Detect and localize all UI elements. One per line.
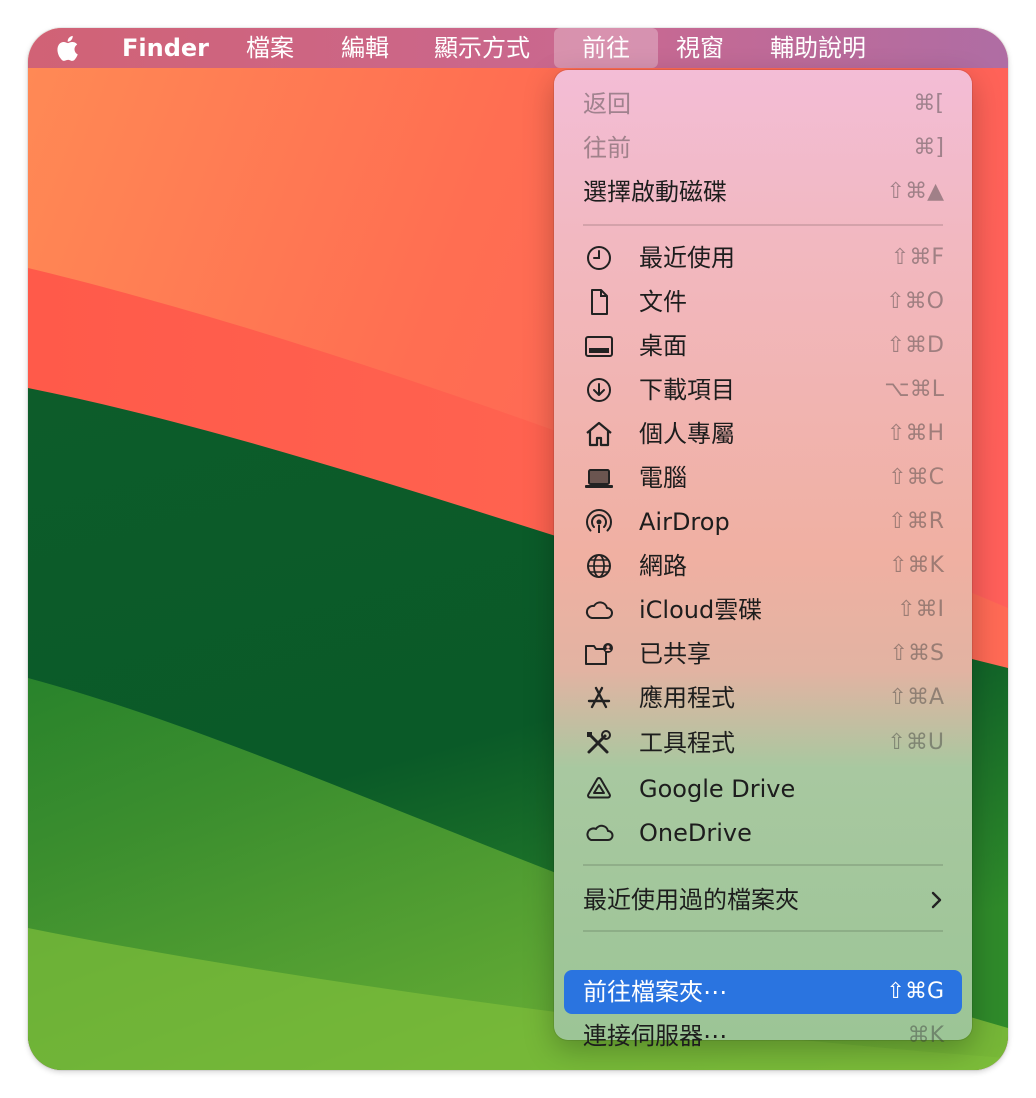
download-icon	[587, 378, 611, 402]
menu-item-label: 電腦	[639, 464, 687, 492]
airdrop-icon	[586, 509, 612, 533]
menu-item-label: 最近使用過的檔案夾	[583, 886, 799, 914]
menu-item-shortcut: ⇧⌘F	[890, 245, 944, 270]
menu-item-recents[interactable]: 最近使用 ⇧⌘F	[564, 236, 962, 280]
cloud-icon	[586, 824, 614, 841]
menu-item-shortcut: ⇧⌘U	[887, 730, 944, 755]
menu-item-utilities[interactable]: 工具程式 ⇧⌘U	[564, 721, 962, 765]
apple-logo-icon[interactable]	[54, 32, 84, 64]
menu-item-onedrive[interactable]: OneDrive	[564, 811, 962, 855]
menu-item-documents[interactable]: 文件 ⇧⌘O	[564, 280, 962, 324]
menu-item-shortcut: ⇧⌘C	[888, 465, 944, 490]
menu-item-startup-disk[interactable]: 選擇啟動磁碟 ⇧⌘▲	[564, 170, 962, 214]
menu-item-applications[interactable]: 應用程式 ⇧⌘A	[564, 676, 962, 720]
menubar-go[interactable]: 前往	[554, 28, 658, 68]
menu-item-downloads[interactable]: 下載項目 ⌥⌘L	[564, 368, 962, 412]
menu-item-label: iCloud雲碟	[639, 596, 763, 624]
menu-item-shared[interactable]: 已共享 ⇧⌘S	[564, 632, 962, 676]
menu-item-label: 桌面	[639, 332, 687, 360]
menu-separator	[583, 930, 943, 932]
cloud-icon	[585, 601, 613, 619]
menu-item-shortcut: ⇧⌘D	[886, 333, 944, 358]
menu-item-shortcut: ⇧⌘A	[888, 685, 944, 710]
chevron-right-icon	[931, 891, 942, 909]
google-drive-icon	[587, 777, 611, 799]
menu-item-go-to-folder[interactable]: 前往檔案夾⋯ ⇧⌘G	[564, 970, 962, 1014]
menu-item-label: 應用程式	[639, 684, 735, 712]
menu-item-shortcut: ⌘]	[913, 135, 944, 160]
menu-item-shortcut: ⇧⌘R	[888, 509, 944, 534]
menubar-app-name[interactable]: Finder	[122, 28, 209, 68]
menu-item-shortcut: ⇧⌘G	[886, 979, 944, 1004]
menu-item-network[interactable]: 網路 ⇧⌘K	[564, 544, 962, 588]
globe-icon	[587, 554, 611, 578]
tools-icon	[587, 730, 611, 754]
menu-item-shortcut: ⌘[	[913, 91, 944, 116]
menu-item-connect-server[interactable]: 連接伺服器⋯ ⌘K	[564, 1014, 962, 1058]
laptop-icon	[585, 469, 613, 488]
menubar-help[interactable]: 輔助說明	[770, 28, 866, 68]
desktop-icon	[585, 336, 613, 357]
menu-item-icloud-drive[interactable]: iCloud雲碟 ⇧⌘I	[564, 588, 962, 632]
menu-item-label: 個人專屬	[639, 420, 735, 448]
menu-separator	[583, 864, 943, 866]
menu-item-airdrop[interactable]: AirDrop ⇧⌘R	[564, 500, 962, 544]
menu-item-shortcut: ⇧⌘▲	[886, 179, 944, 204]
clock-icon	[587, 246, 611, 270]
menu-item-label: Google Drive	[639, 775, 796, 803]
menu-item-label: 工具程式	[639, 729, 735, 757]
menu-item-label: 前往檔案夾⋯	[583, 978, 727, 1006]
menu-separator	[583, 224, 943, 226]
menu-item-shortcut: ⇧⌘S	[889, 641, 944, 666]
menu-item-label: 文件	[639, 288, 687, 316]
menu-item-shortcut: ⇧⌘K	[889, 553, 944, 578]
menu-item-label: 往前	[583, 134, 631, 162]
desktop-window: Finder 檔案 編輯 顯示方式 前往 視窗 輔助說明 返回 ⌘[ 往前 ⌘]…	[28, 28, 1008, 1070]
menu-item-back[interactable]: 返回 ⌘[	[564, 82, 962, 126]
menu-bar: Finder 檔案 編輯 顯示方式 前往 視窗 輔助說明	[28, 28, 1008, 68]
document-icon	[591, 289, 608, 315]
menu-item-computer[interactable]: 電腦 ⇧⌘C	[564, 456, 962, 500]
menu-item-label: 已共享	[639, 640, 711, 668]
menu-item-shortcut: ⇧⌘H	[887, 421, 944, 446]
home-icon	[586, 421, 612, 447]
menu-item-label: 最近使用	[639, 244, 735, 272]
menu-item-google-drive[interactable]: Google Drive	[564, 767, 962, 811]
menubar-view[interactable]: 顯示方式	[434, 28, 530, 68]
shared-folder-icon	[585, 643, 613, 665]
menu-item-shortcut: ⇧⌘O	[886, 289, 944, 314]
menu-item-label: 網路	[639, 552, 687, 580]
go-menu: 返回 ⌘[ 往前 ⌘] 選擇啟動磁碟 ⇧⌘▲ 最近使用 ⇧⌘F 文件 ⇧⌘O 桌…	[554, 70, 972, 1050]
menu-item-desktop[interactable]: 桌面 ⇧⌘D	[564, 324, 962, 368]
menubar-window[interactable]: 視窗	[676, 28, 724, 68]
menubar-file[interactable]: 檔案	[246, 28, 294, 68]
menu-item-label: 選擇啟動磁碟	[583, 178, 727, 206]
apps-icon	[587, 686, 611, 709]
menu-item-recent-folders[interactable]: 最近使用過的檔案夾	[564, 878, 962, 922]
menu-item-label: 連接伺服器⋯	[583, 1022, 727, 1050]
menu-item-label: OneDrive	[639, 819, 752, 847]
menu-item-shortcut: ⇧⌘I	[897, 597, 944, 622]
menu-item-shortcut: ⌘K	[907, 1023, 944, 1048]
menu-item-forward[interactable]: 往前 ⌘]	[564, 126, 962, 170]
menu-item-label: 下載項目	[639, 376, 735, 404]
menu-item-label: AirDrop	[639, 508, 730, 536]
menubar-edit[interactable]: 編輯	[341, 28, 389, 68]
menu-item-shortcut: ⌥⌘L	[884, 377, 944, 402]
menu-item-home[interactable]: 個人專屬 ⇧⌘H	[564, 412, 962, 456]
menu-item-label: 返回	[583, 90, 631, 118]
